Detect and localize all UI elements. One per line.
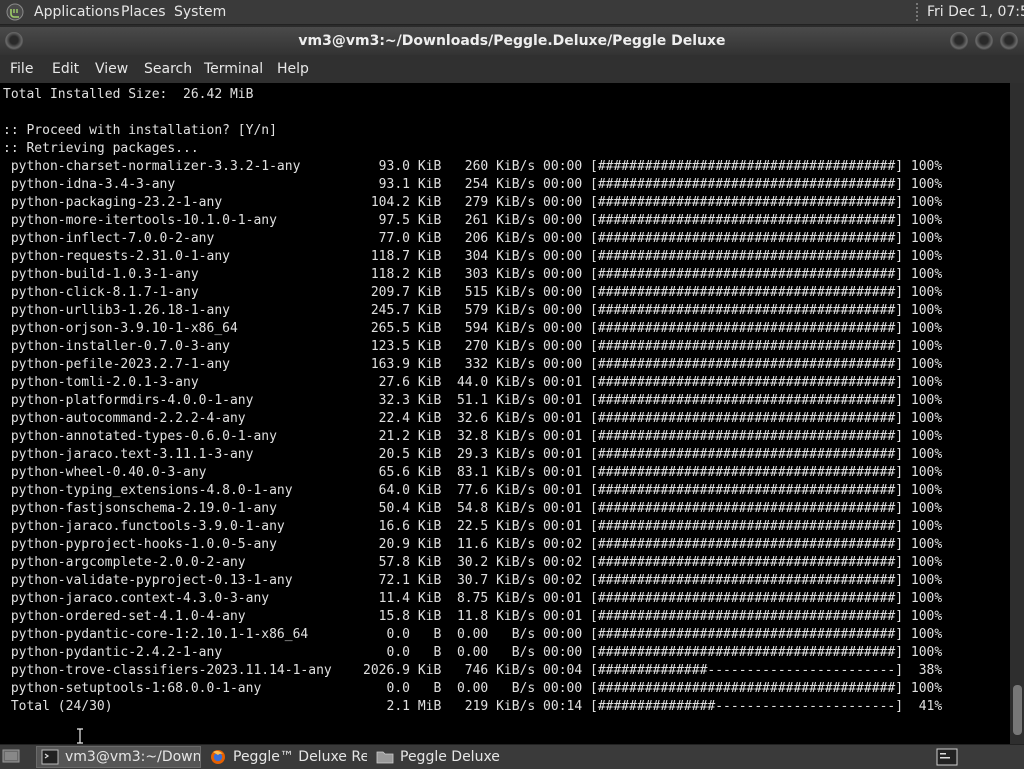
window-title: vm3@vm3:~/Downloads/Peggle.Deluxe/Peggle… xyxy=(298,33,726,49)
task-label: Peggle™ Deluxe Re... xyxy=(233,749,367,765)
task-label: vm3@vm3:~/Downl... xyxy=(65,749,201,765)
terminal-line: python-packaging-23.2-1-any 104.2 KiB 27… xyxy=(3,195,943,210)
terminal-line: python-build-1.0.3-1-any 118.2 KiB 303 K… xyxy=(3,267,943,282)
maximize-button[interactable] xyxy=(975,32,993,50)
menu-edit[interactable]: Edit xyxy=(52,61,79,77)
terminal-line: python-click-8.1.7-1-any 209.7 KiB 515 K… xyxy=(3,285,943,300)
terminal-line: python-charset-normalizer-3.3.2-1-any 93… xyxy=(3,159,943,174)
task-firefox-window[interactable]: Peggle™ Deluxe Re... xyxy=(205,746,367,768)
mouse-cursor-icon xyxy=(77,728,83,744)
menu-system[interactable]: System xyxy=(174,4,226,20)
menu-help[interactable]: Help xyxy=(277,61,309,77)
terminal-line: python-autocommand-2.2.2-4-any 22.4 KiB … xyxy=(3,411,943,426)
terminal-line: python-typing_extensions-4.8.0-1-any 64.… xyxy=(3,483,943,498)
minimize-button[interactable] xyxy=(950,32,968,50)
menu-search[interactable]: Search xyxy=(144,61,192,77)
window-titlebar[interactable]: vm3@vm3:~/Downloads/Peggle.Deluxe/Peggle… xyxy=(0,27,1024,55)
terminal-line: python-tomli-2.0.1-3-any 27.6 KiB 44.0 K… xyxy=(3,375,943,390)
folder-icon xyxy=(376,751,394,764)
terminal-line: python-setuptools-1:68.0.0-1-any 0.0 B 0… xyxy=(3,681,943,696)
terminal-line: :: Retrieving packages... xyxy=(3,141,199,156)
close-button[interactable] xyxy=(1000,32,1018,50)
terminal-scrollbar[interactable] xyxy=(1010,83,1024,744)
terminal-line: python-annotated-types-0.6.0-1-any 21.2 … xyxy=(3,429,943,444)
mint-logo-icon[interactable] xyxy=(6,3,24,21)
terminal-line: python-pefile-2023.2.7-1-any 163.9 KiB 3… xyxy=(3,357,943,372)
terminal-line: Total (24/30) 2.1 MiB 219 KiB/s 00:14 [#… xyxy=(3,699,943,714)
clock[interactable]: Fri Dec 1, 07:58 xyxy=(927,4,1024,20)
bottom-panel: vm3@vm3:~/Downl... Peggle™ Deluxe Re... … xyxy=(0,744,1024,769)
terminal-line: python-idna-3.4-3-any 93.1 KiB 254 KiB/s… xyxy=(3,177,943,192)
menu-view[interactable]: View xyxy=(95,61,128,77)
top-panel: Applications Places System Fri Dec 1, 07… xyxy=(0,0,1024,25)
terminal-line: python-platformdirs-4.0.0-1-any 32.3 KiB… xyxy=(3,393,943,408)
terminal-line: :: Proceed with installation? [Y/n] xyxy=(3,123,277,138)
panel-separator xyxy=(916,3,918,21)
terminal-window: vm3@vm3:~/Downloads/Peggle.Deluxe/Peggle… xyxy=(0,27,1024,744)
terminal-line: python-fastjsonschema-2.19.0-1-any 50.4 … xyxy=(3,501,943,516)
task-label: Peggle Deluxe xyxy=(400,749,500,765)
terminal-line: python-wheel-0.40.0-3-any 65.6 KiB 83.1 … xyxy=(3,465,943,480)
terminal-icon xyxy=(41,749,59,765)
terminal-line: python-argcomplete-2.0.0-2-any 57.8 KiB … xyxy=(3,555,943,570)
terminal-line: python-urllib3-1.26.18-1-any 245.7 KiB 5… xyxy=(3,303,943,318)
terminal-line: python-ordered-set-4.1.0-4-any 15.8 KiB … xyxy=(3,609,943,624)
menu-file[interactable]: File xyxy=(10,61,33,77)
menu-terminal[interactable]: Terminal xyxy=(204,61,263,77)
menu-applications[interactable]: Applications xyxy=(34,4,120,20)
terminal-line: python-more-itertools-10.1.0-1-any 97.5 … xyxy=(3,213,943,228)
terminal-line: python-pyproject-hooks-1.0.0-5-any 20.9 … xyxy=(3,537,943,552)
terminal-line: python-pydantic-core-1:2.10.1-1-x86_64 0… xyxy=(3,627,943,642)
terminal-line: python-pydantic-2.4.2-1-any 0.0 B 0.00 B… xyxy=(3,645,943,660)
scrollbar-thumb[interactable] xyxy=(1013,685,1022,735)
terminal-line: python-inflect-7.0.0-2-any 77.0 KiB 206 … xyxy=(3,231,943,246)
terminal-line: python-trove-classifiers-2023.11.14-1-an… xyxy=(3,663,943,678)
terminal-line: python-validate-pyproject-0.13-1-any 72.… xyxy=(3,573,943,588)
terminal-line: python-jaraco.functools-3.9.0-1-any 16.6… xyxy=(3,519,943,534)
window-menubar: File Edit View Search Terminal Help xyxy=(0,55,1024,83)
firefox-icon xyxy=(211,750,225,764)
task-folder-window[interactable]: Peggle Deluxe xyxy=(372,746,532,768)
tray-terminal-icon[interactable] xyxy=(936,748,958,766)
menu-places[interactable]: Places xyxy=(121,4,166,20)
terminal-line: python-jaraco.context-4.3.0-3-any 11.4 K… xyxy=(3,591,943,606)
terminal-line: python-installer-0.7.0-3-any 123.5 KiB 2… xyxy=(3,339,943,354)
terminal-lines: Total Installed Size: 26.42 MiB:: Procee… xyxy=(3,86,942,716)
terminal-line: python-requests-2.31.0-1-any 118.7 KiB 3… xyxy=(3,249,943,264)
terminal-line: Total Installed Size: 26.42 MiB xyxy=(3,87,254,102)
task-terminal-window[interactable]: vm3@vm3:~/Downl... xyxy=(36,746,201,768)
show-desktop-icon[interactable] xyxy=(2,748,20,765)
terminal-line: python-orjson-3.9.10-1-x86_64 265.5 KiB … xyxy=(3,321,943,336)
terminal-line: python-jaraco.text-3.11.1-3-any 20.5 KiB… xyxy=(3,447,943,462)
terminal-output[interactable]: Total Installed Size: 26.42 MiB:: Procee… xyxy=(0,83,1010,744)
